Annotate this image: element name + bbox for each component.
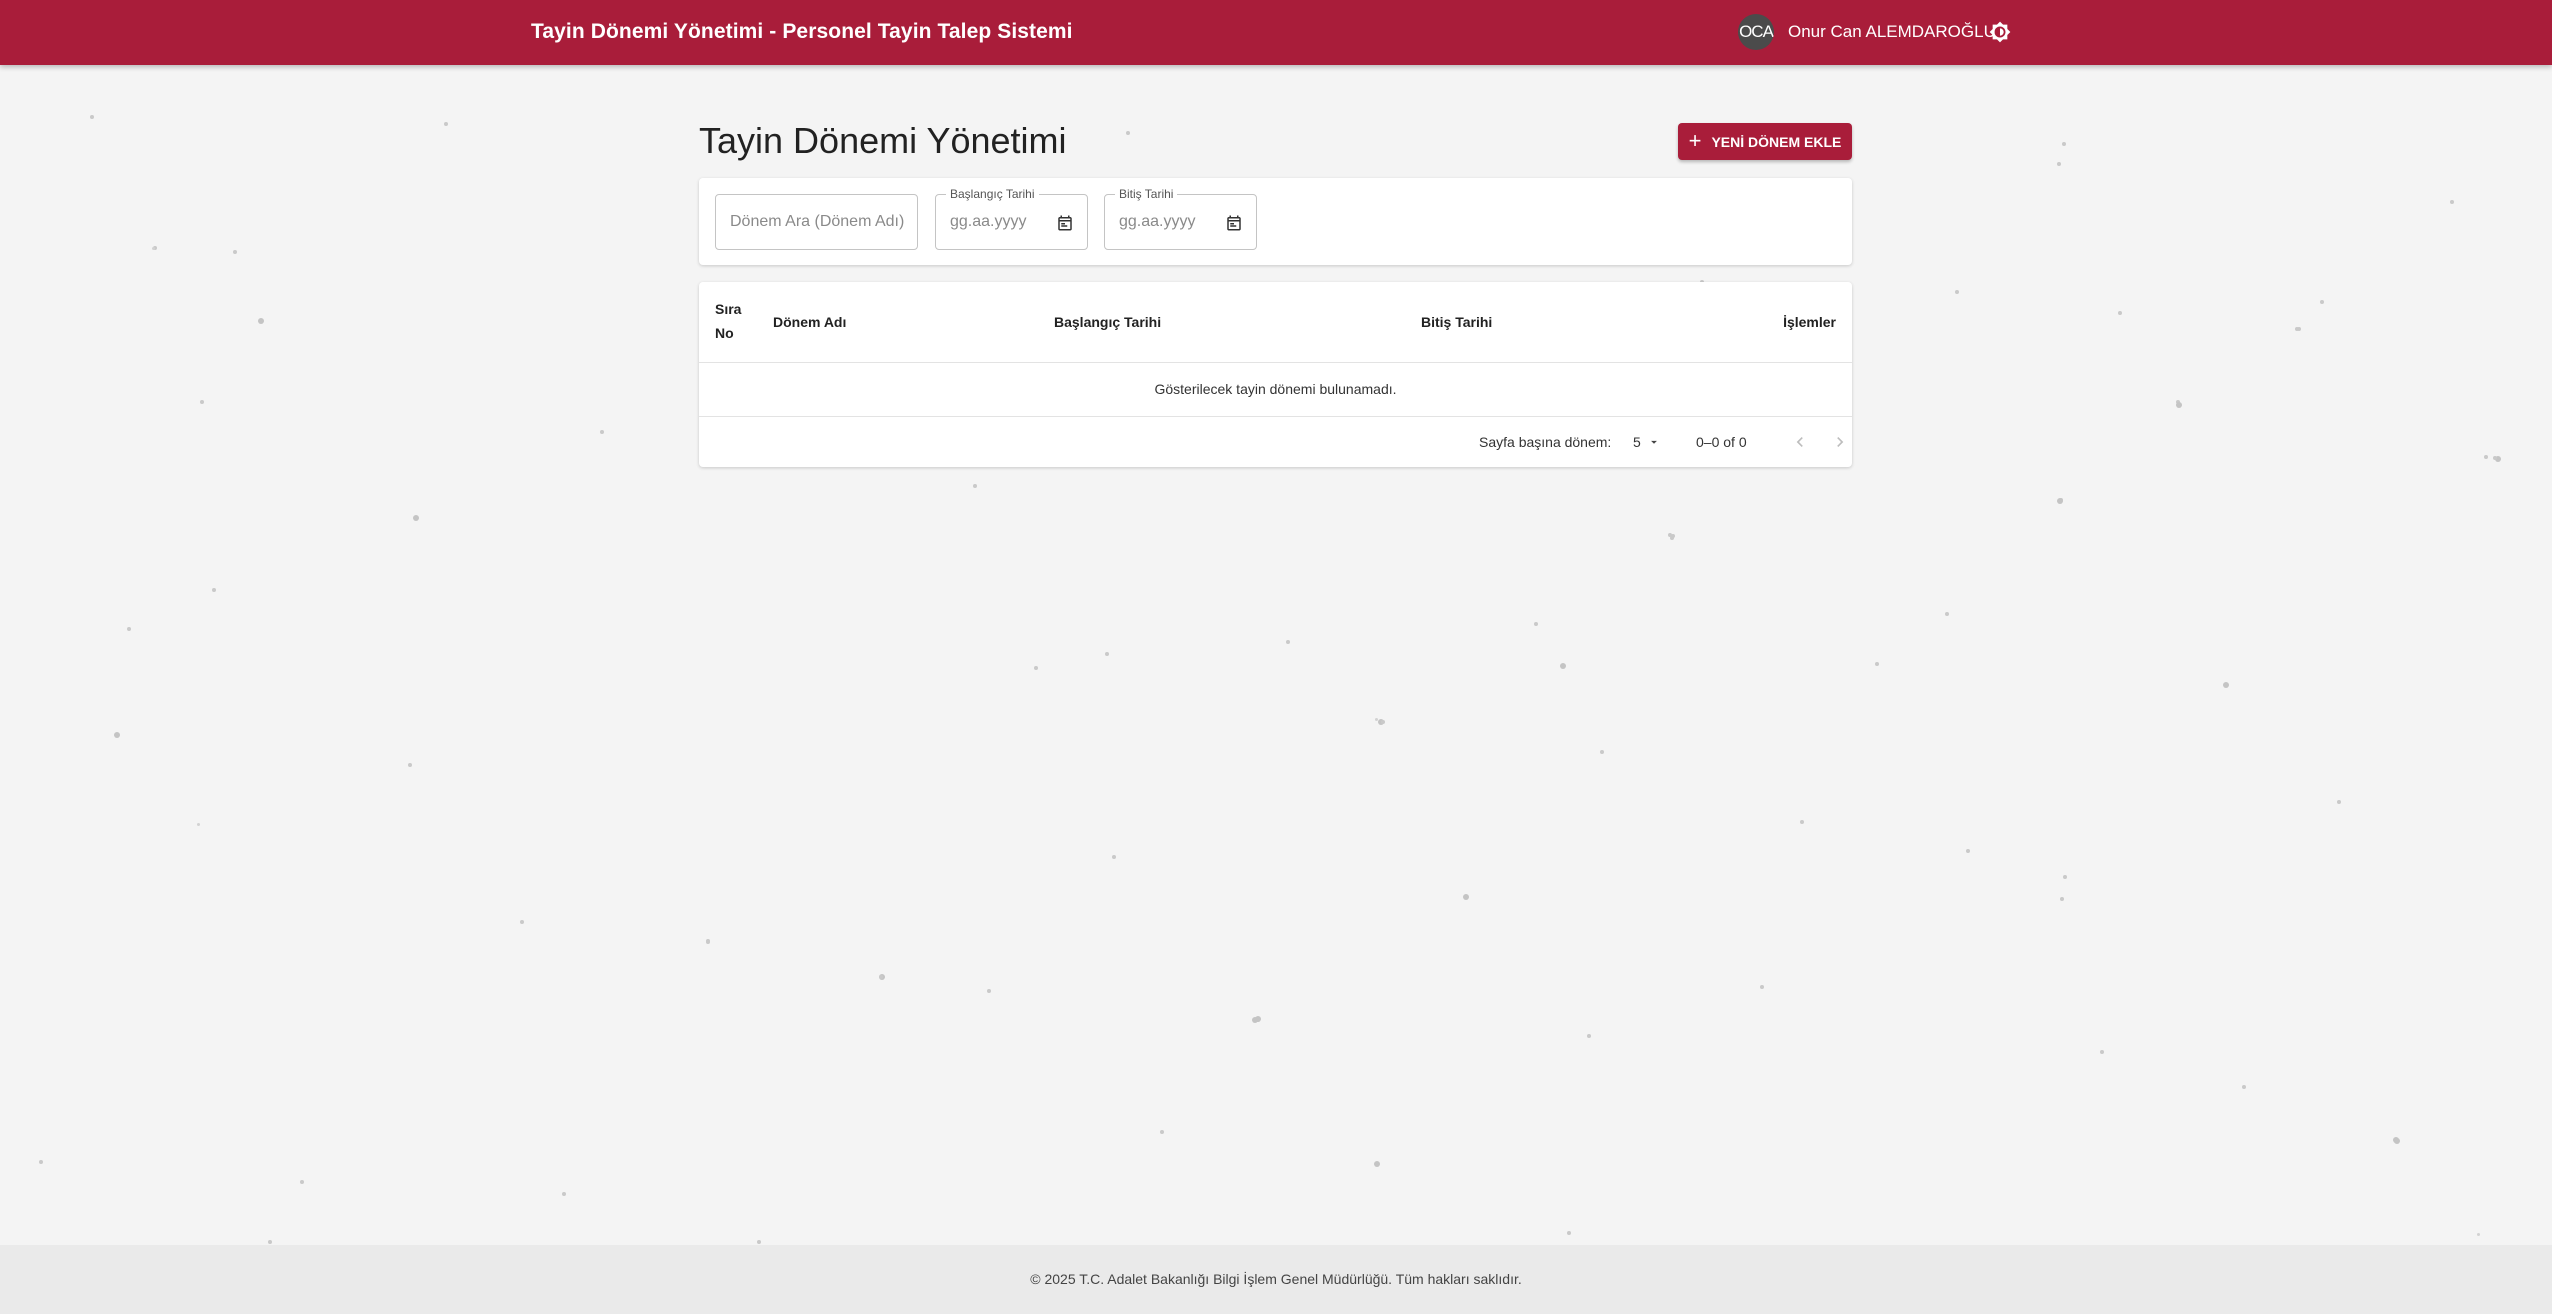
app-title: Tayin Dönemi Yönetimi - Personel Tayin T…	[531, 20, 1073, 43]
app-bar: Tayin Dönemi Yönetimi - Personel Tayin T…	[0, 0, 2552, 65]
column-header-end-date[interactable]: Bitiş Tarihi	[1421, 310, 1492, 334]
plus-icon: +	[1688, 127, 1702, 153]
end-date-input[interactable]	[1119, 195, 1219, 249]
calendar-icon[interactable]	[1225, 214, 1243, 232]
page-title: Tayin Dönemi Yönetimi	[699, 120, 1067, 161]
table-header: Sıra No Dönem Adı Başlangıç Tarihi Bitiş…	[699, 282, 1852, 363]
column-header-start-date[interactable]: Başlangıç Tarihi	[1054, 310, 1161, 334]
chevron-right-icon	[1837, 437, 1844, 447]
search-field[interactable]	[715, 194, 918, 250]
periods-table: Sıra No Dönem Adı Başlangıç Tarihi Bitiş…	[699, 282, 1852, 467]
chevron-left-icon	[1796, 437, 1803, 447]
theme-toggle-button[interactable]	[1985, 17, 2015, 47]
start-date-field[interactable]: Başlangıç Tarihi	[935, 187, 1088, 250]
column-header-no-line2: No	[715, 325, 734, 341]
add-period-button[interactable]: + YENİ DÖNEM EKLE	[1678, 123, 1852, 160]
start-date-input[interactable]	[950, 195, 1050, 249]
column-header-no-line1: Sıra	[715, 301, 742, 317]
column-header-name[interactable]: Dönem Adı	[773, 310, 846, 334]
search-input[interactable]	[730, 195, 910, 249]
column-header-actions: İşlemler	[1783, 314, 1836, 330]
add-period-button-label: YENİ DÖNEM EKLE	[1711, 133, 1842, 150]
pagination-range: 0–0 of 0	[1696, 434, 1747, 450]
empty-state-message: Gösterilecek tayin dönemi bulunamadı.	[699, 363, 1852, 417]
footer-text: © 2025 T.C. Adalet Bakanlığı Bilgi İşlem…	[1030, 1271, 1522, 1287]
end-date-field[interactable]: Bitiş Tarihi	[1104, 187, 1257, 250]
column-header-no[interactable]: Sıra No	[715, 297, 741, 345]
previous-page-button[interactable]	[1788, 430, 1812, 454]
rows-per-page-select[interactable]: 5	[1633, 417, 1661, 467]
brightness-icon	[1989, 21, 2011, 43]
footer: © 2025 T.C. Adalet Bakanlığı Bilgi İşlem…	[0, 1245, 2552, 1314]
rows-per-page-label: Sayfa başına dönem:	[1479, 434, 1612, 450]
rows-per-page-value: 5	[1633, 434, 1641, 450]
chevron-down-icon	[1650, 440, 1657, 444]
calendar-icon[interactable]	[1056, 214, 1074, 232]
filter-card: Başlangıç Tarihi Bitiş Tarihi	[699, 178, 1852, 265]
avatar[interactable]: OCA	[1738, 14, 1774, 50]
next-page-button[interactable]	[1828, 430, 1852, 454]
pagination: Sayfa başına dönem: 5 0–0 of 0	[699, 417, 1852, 467]
user-name[interactable]: Onur Can ALEMDAROĞLU	[1788, 0, 1996, 65]
